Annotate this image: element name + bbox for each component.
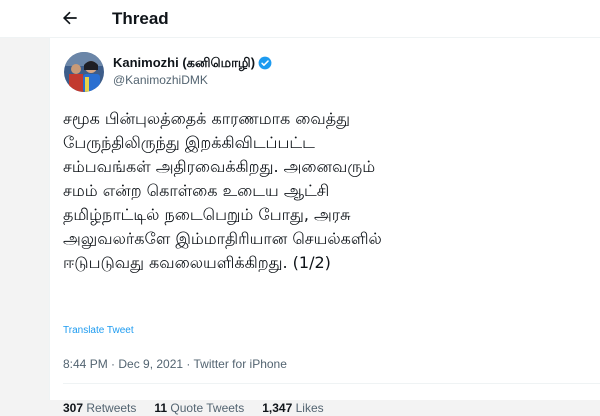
avatar[interactable] [64,52,104,92]
verified-badge-icon [258,56,272,70]
tweet-timestamp[interactable]: 8:44 PM · Dec 9, 2021 · Twitter for iPho… [63,356,287,372]
translate-tweet-link[interactable]: Translate Tweet [63,325,134,337]
retweets-count: 307 [63,401,87,415]
likes-label: Likes [295,401,324,415]
avatar-image [64,52,104,92]
quote-tweets-label: Quote Tweets [170,401,245,415]
thread-header: Thread [0,0,600,38]
likes-stat[interactable]: 1,347 Likes [262,400,323,416]
quote-tweets-stat[interactable]: 11 Quote Tweets [154,400,244,416]
page-title: Thread [112,9,169,28]
author-name-row[interactable]: Kanimozhi (கனிமொழி) [113,54,272,72]
tweet-stats: 307 Retweets 11 Quote Tweets 1,347 Likes [63,400,342,416]
quote-tweets-count: 11 [154,401,171,415]
tweet-text: சமூக பின்புலத்தைக் காரணமாக வைத்து பேருந்… [63,109,382,272]
retweets-label: Retweets [86,401,137,415]
divider [63,383,600,384]
author-handle[interactable]: @KanimozhiDMK [113,72,208,88]
arrow-left-icon[interactable] [60,8,80,28]
tweet: Kanimozhi (கனிமொழி) @KanimozhiDMK சமூக ப… [49,38,600,415]
likes-count: 1,347 [262,401,296,415]
author-name[interactable]: Kanimozhi (கனிமொழி) [113,54,255,72]
retweets-stat[interactable]: 307 Retweets [63,400,136,416]
